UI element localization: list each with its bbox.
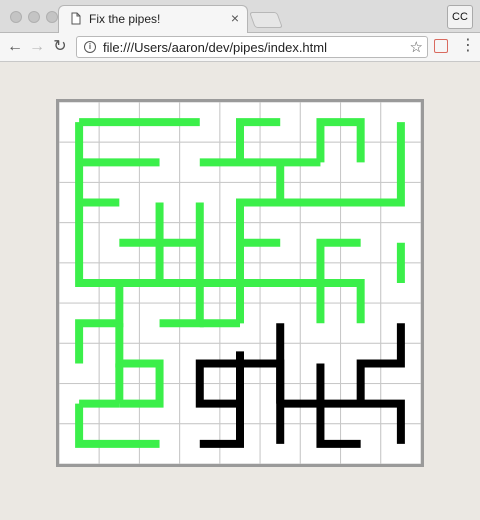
extension-icon[interactable] (434, 39, 448, 53)
reload-button[interactable]: ↻ (51, 38, 69, 56)
info-icon[interactable]: i (84, 41, 96, 53)
window-titlebar: Fix the pipes! × CC (0, 0, 480, 33)
page-icon (71, 12, 81, 25)
bookmark-star-icon[interactable]: ☆ (410, 38, 423, 56)
browser-toolbar: ← → ↻ i file:///Users/aaron/dev/pipes/in… (0, 33, 480, 62)
pipe-grid (59, 102, 421, 464)
pipe-board (56, 99, 424, 467)
close-window-icon[interactable] (10, 11, 22, 23)
profile-button[interactable]: CC (447, 5, 473, 29)
browser-tab[interactable]: Fix the pipes! × (58, 5, 248, 33)
tab-title: Fix the pipes! (89, 12, 161, 26)
minimize-window-icon[interactable] (28, 11, 40, 23)
back-button[interactable]: ← (6, 38, 24, 56)
forward-button[interactable]: → (28, 38, 46, 56)
address-bar[interactable]: i file:///Users/aaron/dev/pipes/index.ht… (76, 36, 428, 58)
new-tab-button[interactable] (249, 12, 283, 28)
maximize-window-icon[interactable] (46, 11, 58, 23)
tab-close-icon[interactable]: × (231, 10, 239, 26)
url-text[interactable]: file:///Users/aaron/dev/pipes/index.html (103, 40, 327, 55)
menu-icon[interactable]: ⋮ (460, 37, 476, 55)
